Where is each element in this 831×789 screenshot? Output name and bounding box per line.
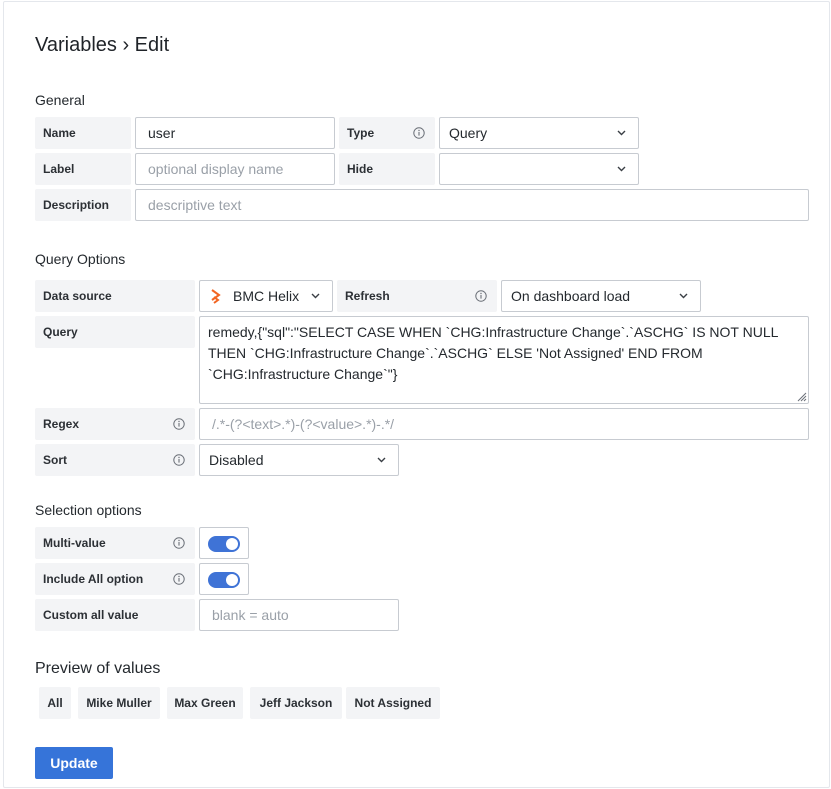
type-label-text: Type (347, 126, 375, 140)
refresh-label: Refresh (337, 280, 497, 312)
name-label: Name (35, 117, 131, 149)
hide-label: Hide (339, 153, 435, 185)
include-all-toggle[interactable] (208, 572, 240, 588)
sort-label: Sort (35, 444, 195, 476)
refresh-select-value: On dashboard load (511, 288, 631, 304)
section-title-general: General (35, 92, 85, 108)
preview-value-chip: All (39, 687, 71, 719)
query-text: remedy,{"sql":"SELECT CASE WHEN `CHG:Inf… (208, 324, 778, 382)
description-field[interactable] (135, 189, 809, 221)
info-circle-icon[interactable] (173, 537, 185, 549)
bmc-helix-logo-icon (211, 289, 221, 304)
multi-value-toggle[interactable] (208, 536, 240, 552)
type-label: Type (339, 117, 435, 149)
include-all-label-text: Include All option (43, 572, 144, 586)
query-label: Query (35, 316, 195, 348)
include-all-label: Include All option (35, 563, 195, 595)
label-label: Label (35, 153, 131, 185)
section-title-query-options: Query Options (35, 251, 126, 267)
sort-label-text: Sort (43, 453, 67, 467)
preview-value-chip: Not Assigned (346, 687, 440, 719)
section-title-preview: Preview of values (35, 660, 161, 677)
info-circle-icon[interactable] (173, 573, 185, 585)
toggle-knob (226, 538, 238, 550)
query-textarea[interactable]: remedy,{"sql":"SELECT CASE WHEN `CHG:Inf… (199, 316, 809, 404)
refresh-select[interactable]: On dashboard load (501, 280, 701, 312)
multi-value-switch-box (199, 527, 249, 559)
type-select-value: Query (449, 125, 488, 141)
type-select[interactable]: Query (439, 117, 639, 149)
label-input[interactable] (148, 161, 334, 177)
info-circle-icon[interactable] (173, 418, 185, 430)
section-title-selection-options: Selection options (35, 502, 142, 518)
chevron-down-icon (377, 457, 386, 463)
update-button[interactable]: Update (35, 747, 113, 779)
page-title: Variables › Edit (35, 34, 170, 56)
data-source-value: BMC Helix (233, 288, 300, 304)
chevron-down-icon (679, 293, 688, 299)
refresh-label-text: Refresh (345, 289, 390, 303)
regex-field[interactable] (199, 408, 809, 440)
name-input[interactable] (148, 125, 334, 141)
data-source-label: Data source (35, 280, 195, 312)
regex-input[interactable] (212, 416, 808, 432)
preview-value-chip: Max Green (167, 687, 243, 719)
name-field[interactable] (135, 117, 335, 149)
preview-value-chip: Mike Muller (78, 687, 160, 719)
info-circle-icon[interactable] (173, 454, 185, 466)
chevron-down-icon (617, 130, 626, 136)
resize-grip-icon[interactable] (795, 390, 807, 402)
info-circle-icon[interactable] (413, 127, 425, 139)
include-all-switch-box (199, 563, 249, 595)
custom-all-input[interactable] (212, 607, 398, 623)
hide-select[interactable] (439, 153, 639, 185)
regex-label-text: Regex (43, 417, 80, 431)
preview-value-chip: Jeff Jackson (250, 687, 342, 719)
sort-select[interactable]: Disabled (199, 444, 399, 476)
data-source-select[interactable]: BMC Helix (199, 280, 333, 312)
description-input[interactable] (148, 197, 808, 213)
label-field[interactable] (135, 153, 335, 185)
description-label: Description (35, 189, 131, 221)
multi-value-label: Multi-value (35, 527, 195, 559)
chevron-down-icon (617, 166, 626, 172)
info-circle-icon[interactable] (475, 290, 487, 302)
chevron-down-icon (311, 293, 320, 299)
regex-label: Regex (35, 408, 195, 440)
custom-all-field[interactable] (199, 599, 399, 631)
custom-all-label: Custom all value (35, 599, 195, 631)
toggle-knob (226, 574, 238, 586)
sort-select-value: Disabled (209, 452, 264, 468)
multi-value-label-text: Multi-value (43, 536, 106, 550)
